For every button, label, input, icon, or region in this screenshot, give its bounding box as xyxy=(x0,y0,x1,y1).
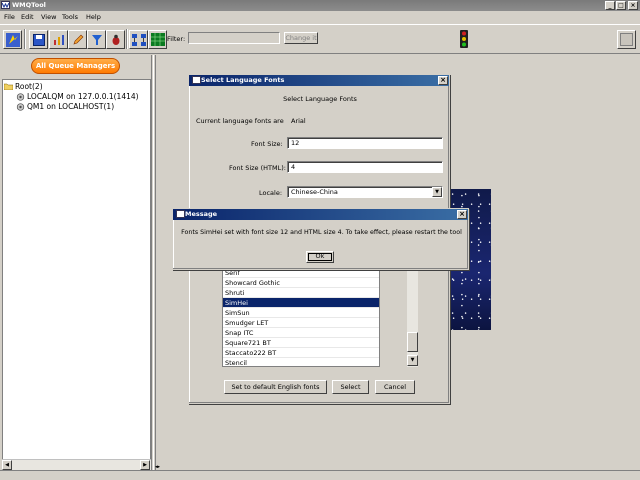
traffic-light-icon xyxy=(460,30,468,48)
message-titlebar: Message xyxy=(173,209,468,220)
font-list-item[interactable]: Square721 BT xyxy=(223,338,379,348)
queue-manager-icon xyxy=(16,103,25,111)
menu-view[interactable]: View xyxy=(41,13,56,21)
stop-button[interactable] xyxy=(617,30,636,49)
scroll-down-arrow[interactable]: ▼ xyxy=(407,355,418,366)
font-size-label: Font Size: xyxy=(251,140,283,148)
maximize-button[interactable]: □ xyxy=(616,1,626,10)
close-message-button[interactable]: × xyxy=(457,210,467,219)
font-list-item[interactable]: SimSun xyxy=(223,308,379,318)
filter-label: Filter: xyxy=(167,35,186,43)
all-queue-managers-button[interactable]: All Queue Managers xyxy=(31,58,120,74)
menu-help[interactable]: Help xyxy=(86,13,101,21)
filter-input[interactable] xyxy=(188,32,280,44)
select-button[interactable]: Select xyxy=(332,380,369,394)
message-text: Fonts SimHei set with font size 12 and H… xyxy=(181,229,462,236)
dialog-heading: Select Language Fonts xyxy=(283,95,357,103)
filter-button[interactable] xyxy=(87,30,106,49)
scrollbar-thumb[interactable] xyxy=(407,332,418,352)
tree-item-qm1[interactable]: QM1 on LOCALHOST(1) xyxy=(27,102,114,111)
font-list-item[interactable]: Snap ITC xyxy=(223,328,379,338)
network-button[interactable] xyxy=(129,30,148,49)
font-list-item[interactable]: Shruti xyxy=(223,288,379,298)
square-icon xyxy=(620,33,633,46)
tree-item-localqm[interactable]: LOCALQM on 127.0.0.1(1414) xyxy=(27,92,139,101)
scroll-left-arrow[interactable]: ◀ xyxy=(2,460,12,470)
locale-select[interactable]: Chinese-China ▼ xyxy=(287,186,443,198)
locale-label: Locale: xyxy=(259,189,283,197)
bug-icon xyxy=(112,34,119,45)
queue-manager-tree[interactable]: Root(2) LOCALQM on 127.0.0.1(1414) QM1 o… xyxy=(2,79,151,461)
dialog-app-icon xyxy=(192,76,201,84)
chart-button[interactable] xyxy=(49,30,68,49)
folder-icon xyxy=(4,83,13,90)
save-button[interactable] xyxy=(29,30,48,49)
window-title: WMQTool xyxy=(12,1,46,9)
toolbar-separator xyxy=(24,29,26,49)
queue-manager-icon xyxy=(16,93,25,101)
dialog-titlebar: Select Language Fonts xyxy=(189,75,449,86)
chevron-down-icon[interactable]: ▼ xyxy=(432,187,442,197)
panel-splitter[interactable] xyxy=(153,55,156,470)
edit-button[interactable] xyxy=(68,30,87,49)
font-list-item[interactable]: Staccato222 BT xyxy=(223,348,379,358)
change-it-button[interactable]: Change it xyxy=(284,32,318,44)
current-fonts-value: Arial xyxy=(291,117,306,125)
tree-horizontal-scrollbar[interactable]: ◀ ▶ xyxy=(2,459,151,470)
chart-icon xyxy=(53,34,64,45)
save-icon xyxy=(32,33,45,46)
ok-button[interactable]: Ok xyxy=(306,251,334,263)
font-size-html-label: Font Size (HTML): xyxy=(229,164,286,172)
window-titlebar: WMQTool xyxy=(0,0,640,11)
app-icon xyxy=(1,1,10,9)
font-size-input[interactable]: 12 xyxy=(287,137,443,149)
status-bar xyxy=(0,470,640,480)
connect-button[interactable] xyxy=(3,30,22,49)
connect-icon xyxy=(5,32,20,47)
pencil-icon xyxy=(73,34,83,44)
grid-icon xyxy=(150,33,165,46)
current-fonts-label: Current language fonts are xyxy=(196,117,284,125)
close-dialog-button[interactable]: × xyxy=(438,76,448,85)
font-list-item[interactable]: Smudger LET xyxy=(223,318,379,328)
font-size-html-input[interactable]: 4 xyxy=(287,161,443,173)
menu-file[interactable]: File xyxy=(4,13,15,21)
message-app-icon xyxy=(176,210,185,218)
font-list-item[interactable]: Stencil xyxy=(223,358,379,366)
message-dialog: Message × Fonts SimHei set with font siz… xyxy=(172,208,469,270)
locale-value: Chinese-China xyxy=(291,188,338,196)
menu-tools[interactable]: Tools xyxy=(62,13,78,21)
menu-bar: File Edit View Tools Help xyxy=(0,11,640,24)
menu-edit[interactable]: Edit xyxy=(21,13,34,21)
dialog-title: Select Language Fonts xyxy=(201,76,285,84)
minimize-button[interactable]: _ xyxy=(605,1,615,10)
cancel-button[interactable]: Cancel xyxy=(375,380,415,394)
network-icon xyxy=(131,33,146,46)
close-window-button[interactable]: × xyxy=(628,1,638,10)
debug-button[interactable] xyxy=(106,30,125,49)
scroll-right-arrow[interactable]: ▶ xyxy=(140,460,150,470)
grid-button[interactable] xyxy=(148,30,167,49)
font-list-item-selected[interactable]: SimHei xyxy=(223,298,379,308)
toolbar-separator xyxy=(126,29,128,49)
message-title: Message xyxy=(185,210,218,218)
set-default-english-fonts-button[interactable]: Set to default English fonts xyxy=(224,380,327,394)
tree-root[interactable]: Root(2) xyxy=(15,82,43,91)
font-list-item[interactable]: Showcard Gothic xyxy=(223,278,379,288)
funnel-icon xyxy=(91,34,102,45)
